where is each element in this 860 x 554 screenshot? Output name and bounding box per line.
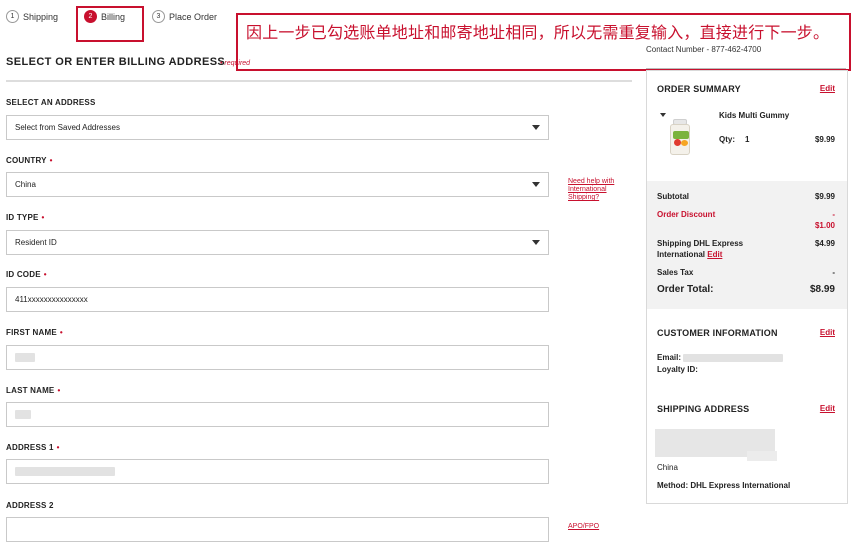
shipping-address-title: SHIPPING ADDRESS (657, 404, 750, 414)
required-note: • required (220, 60, 251, 67)
address1-input[interactable] (6, 459, 549, 484)
step-shipping[interactable]: 1 Shipping (6, 10, 58, 23)
saved-address-select[interactable]: Select from Saved Addresses (6, 115, 549, 140)
discount-dash: - (832, 210, 835, 219)
country-label: COUNTRY • (6, 156, 53, 165)
annotation-text: 因上一步已勾选账单地址和邮寄地址相同，所以无需重复输入，直接进行下一步。 (246, 23, 830, 42)
item-price: $9.99 (814, 135, 835, 144)
id-type-value: Resident ID (15, 238, 57, 247)
contact-divider (646, 68, 846, 69)
active-step-highlight (76, 6, 144, 42)
email-label: Email: (657, 353, 784, 362)
id-code-value: 411xxxxxxxxxxxxxxx (15, 295, 88, 304)
shipping-method-label: Shipping DHL Express International Edit (657, 239, 744, 259)
country-select[interactable]: China (6, 172, 549, 197)
id-code-input[interactable]: 411xxxxxxxxxxxxxxx (6, 287, 549, 312)
id-type-select[interactable]: Resident ID (6, 230, 549, 255)
redacted-value (15, 353, 35, 362)
redacted-value (683, 353, 784, 362)
item-qty: 1 (745, 135, 750, 144)
address2-input[interactable] (6, 517, 549, 542)
totals-panel: Subtotal $9.99 Order Discount - $1.00 Sh… (647, 181, 847, 309)
page-title: SELECT OR ENTER BILLING ADDRESS (6, 56, 226, 68)
sales-tax-label: Sales Tax (657, 268, 694, 277)
subtotal-value: $9.99 (814, 192, 835, 201)
redacted-value (15, 410, 31, 419)
chevron-down-icon (532, 125, 540, 130)
last-name-input[interactable] (6, 402, 549, 427)
chevron-down-icon (532, 240, 540, 245)
loyalty-id-label: Loyalty ID: (657, 365, 698, 374)
address1-label: ADDRESS 1 • (6, 443, 60, 452)
item-name: Kids Multi Gummy (719, 111, 790, 120)
customer-info-edit-link[interactable]: Edit (820, 328, 835, 337)
international-shipping-help-link[interactable]: Need help with International Shipping? (568, 178, 632, 202)
shipping-value: $4.99 (814, 239, 835, 248)
step-number: 3 (152, 10, 165, 23)
customer-info-title: CUSTOMER INFORMATION (657, 328, 778, 338)
step-number: 1 (6, 10, 19, 23)
select-address-label: SELECT AN ADDRESS (6, 98, 96, 107)
discount-value: $1.00 (814, 221, 835, 230)
country-value: China (15, 180, 36, 189)
contact-number: Contact Number - 877-462-4700 (646, 45, 762, 54)
last-name-label: LAST NAME • (6, 386, 61, 395)
shipping-edit-link[interactable]: Edit (707, 250, 722, 259)
chevron-down-icon (532, 182, 540, 187)
step-place-order[interactable]: 3 Place Order (152, 10, 217, 23)
item-qty-label: Qty: (719, 135, 735, 144)
caret-down-icon[interactable] (660, 113, 666, 117)
order-summary-edit-link[interactable]: Edit (820, 84, 835, 93)
annotation-box: 因上一步已勾选账单地址和邮寄地址相同，所以无需重复输入，直接进行下一步。 (236, 13, 851, 71)
order-summary-title: ORDER SUMMARY (657, 84, 741, 94)
redacted-address (747, 451, 777, 461)
apo-fpo-link[interactable]: APO/FPO (568, 523, 599, 531)
discount-label: Order Discount (657, 210, 716, 219)
order-total-value: $8.99 (809, 284, 835, 295)
title-divider (6, 80, 632, 82)
product-image (669, 119, 691, 155)
step-label: Shipping (23, 11, 59, 22)
order-summary-panel: ORDER SUMMARY Edit Kids Multi Gummy Qty:… (646, 70, 848, 504)
shipping-address-edit-link[interactable]: Edit (820, 404, 835, 413)
id-code-label: ID CODE • (6, 270, 47, 279)
first-name-label: FIRST NAME • (6, 328, 63, 337)
id-type-label: ID TYPE • (6, 213, 45, 222)
first-name-input[interactable] (6, 345, 549, 370)
address2-label: ADDRESS 2 (6, 501, 54, 510)
step-label: Place Order (169, 11, 218, 22)
shipping-country: China (657, 463, 678, 472)
subtotal-label: Subtotal (657, 192, 689, 201)
sales-tax-value: - (832, 268, 835, 277)
redacted-value (15, 467, 115, 476)
saved-address-value: Select from Saved Addresses (15, 123, 120, 132)
shipping-method: Method: DHL Express International (657, 481, 791, 490)
order-total-label: Order Total: (657, 284, 714, 295)
